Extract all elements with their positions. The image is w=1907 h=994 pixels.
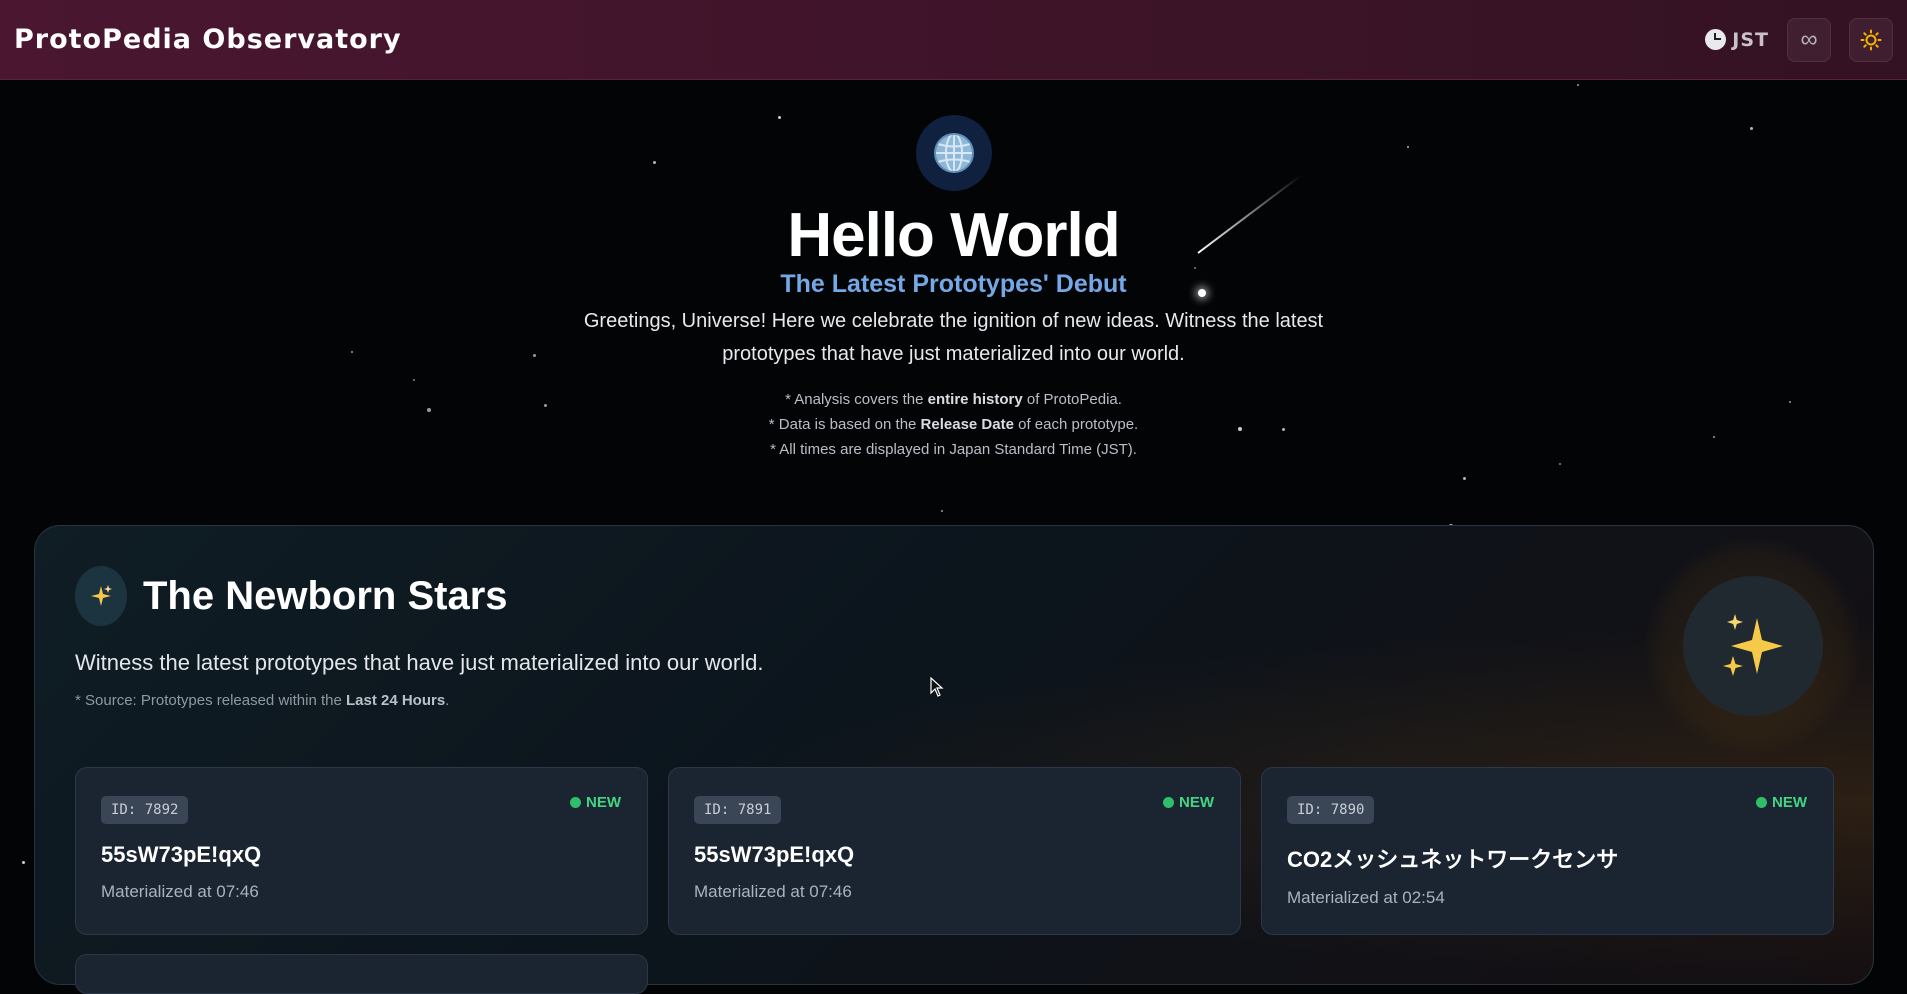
prototype-release-time: Materialized at 07:46 [101,882,259,901]
section-source-note: * Source: Prototypes released within the… [75,692,450,709]
theme-toggle-button[interactable] [1849,17,1893,62]
status-dot-icon [1756,797,1767,808]
top-navbar: ProtoPedia Observatory JST ∞ [0,0,1907,80]
prototype-card[interactable]: ID: 7890 NEW CO2メッシュネットワークセンサ Materializ… [1261,767,1834,935]
timezone-label: JST [1732,28,1769,51]
section-description: Witness the latest prototypes that have … [75,650,764,675]
note-line: * Data is based on the Release Date of e… [768,416,1139,433]
prototype-release-time: Materialized at 07:46 [694,882,852,901]
header-actions: JST ∞ [1705,17,1893,62]
sun-icon [1860,29,1882,50]
prototype-card[interactable]: ID: 7891 NEW 55sW73pE!qxQ Materialized a… [668,767,1241,935]
hero-section: Hello World The Latest Prototypes' Debut… [0,80,1907,462]
decorative-sparkle-glow [1645,538,1861,754]
newborn-stars-panel: The Newborn Stars Witness the latest pro… [34,525,1874,994]
status-dot-icon [570,797,581,808]
large-sparkles-icon [1683,576,1823,716]
new-badge: NEW [1163,794,1214,811]
prototype-card-list: ID: 7892 NEW 55sW73pE!qxQ Materialized a… [75,767,1834,935]
prototype-title: CO2メッシュネットワークセンサ [1287,847,1619,872]
prototype-id-badge: ID: 7892 [101,796,189,824]
new-badge: NEW [1756,794,1807,811]
sparkles-icon [75,566,127,626]
timezone-indicator: JST [1705,29,1769,51]
app-title[interactable]: ProtoPedia Observatory [14,24,402,55]
globe-icon [915,115,992,191]
infinity-icon: ∞ [1800,25,1818,53]
status-dot-icon [1163,797,1174,808]
note-line: * All times are displayed in Japan Stand… [770,441,1137,458]
note-line: * Analysis covers the entire history of … [785,391,1122,408]
prototype-title: 55sW73pE!qxQ [101,842,262,867]
prototype-title: 55sW73pE!qxQ [694,842,855,867]
infinity-button[interactable]: ∞ [1787,17,1831,62]
new-badge: NEW [570,794,621,811]
prototype-card-partial[interactable] [75,954,648,994]
prototype-id-badge: ID: 7891 [694,796,782,824]
hero-subtitle: The Latest Prototypes' Debut [780,270,1127,298]
hero-notes: * Analysis covers the entire history of … [0,387,1907,462]
hero-description: Greetings, Universe! Here we celebrate t… [583,310,1324,365]
clock-icon [1705,29,1727,50]
prototype-card[interactable]: ID: 7892 NEW 55sW73pE!qxQ Materialized a… [75,767,648,935]
section-title: The Newborn Stars [143,573,508,618]
section-header: The Newborn Stars [75,566,508,626]
prototype-id-badge: ID: 7890 [1287,796,1375,824]
prototype-release-time: Materialized at 02:54 [1287,888,1445,907]
mouse-cursor-icon [930,677,944,697]
hero-title: Hello World [787,201,1120,270]
